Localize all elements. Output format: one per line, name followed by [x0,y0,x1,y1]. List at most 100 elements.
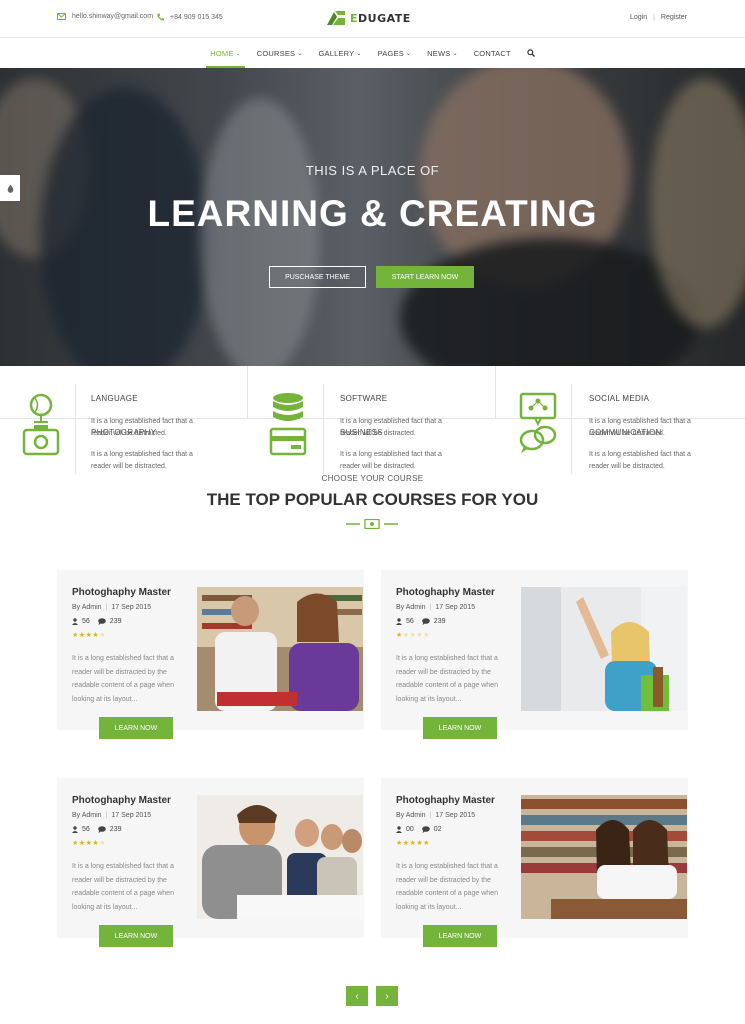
feature-language: LANGUAGE PHOTOGRAPHY It is a long establ… [0,366,247,476]
feature-software: SOFTWARE BUSINESS It is a long establish… [247,366,495,476]
star-icon: ★ [423,840,430,847]
feature-title: SOCIAL MEDIA [589,394,650,403]
course-description: It is a long established fact that a rea… [396,863,498,911]
meta-separator: | [105,604,108,611]
comment-count: 02 [433,826,442,833]
chevron-left-icon: ‹ [355,990,359,1002]
course-description: It is a long established fact that a rea… [72,655,174,703]
chevron-down-icon: ⌄ [405,50,412,57]
divider-line [323,384,324,474]
email-contact[interactable]: hello.shinway@gmail.com [57,13,153,20]
logo-mark-icon [327,11,345,25]
course-card: Photoghaphy Master By Admin | 17 Sep 2015 … [57,570,364,739]
nav-item-home[interactable]: HOME ⌄ [202,38,249,68]
feature-social-media: SOCIAL MEDIA COMMUNICATION It is a long … [495,366,745,476]
nav-item-pages[interactable]: PAGES ⌄ [370,38,420,68]
top-bar: hello.shinway@gmail.com +84 909 015 345 … [0,0,745,38]
phone-text: +84 909 015 345 [170,13,223,21]
nav-label: HOME [210,48,234,58]
logo[interactable]: EDUGATE [326,9,411,27]
meta-separator: | [105,812,108,819]
course-image[interactable] [197,587,363,711]
register-link[interactable]: Register [661,14,687,21]
chevron-down-icon: ⌄ [297,50,303,57]
start-learn-button[interactable]: START LEARN NOW [376,266,474,288]
divider-line [571,384,572,474]
course-author: By Admin [396,604,426,611]
star-icon: ★ [402,840,410,847]
course-date: 17 Sep 2015 [111,604,152,611]
star-icon: ★ [72,632,79,639]
logo-text-rest: DUGATE [358,11,411,25]
learn-now-button[interactable]: LEARN NOW [423,925,497,947]
comment-count: 239 [433,618,446,625]
course-title[interactable]: Photoghaphy Master [396,795,495,806]
course-title[interactable]: Photoghaphy Master [72,795,171,806]
user-icon [72,618,78,625]
main-nav: HOME ⌄ COURSES ⌄ GALLERY ⌄ PAGES ⌄ NEWS ⌄ CON… [0,38,745,68]
course-image[interactable] [521,795,687,919]
course-description: It is a long established fact that a rea… [396,655,498,703]
course-date: 17 Sep 2015 [435,812,476,819]
nav-label: CONTACT [473,48,511,58]
star-icon: ★ [396,840,403,847]
droplet-icon [7,184,13,193]
feature-text: It is a long established fact that a rea… [340,451,442,470]
database-card-icon [269,393,307,456]
course-meta: By Admin | 17 Sep 2015 [396,812,475,819]
student-count: 56 [82,618,90,625]
comment-count: 239 [109,618,122,625]
phone-contact[interactable]: +84 909 015 345 [157,13,223,21]
feature-text: It is a long established fact that a rea… [91,418,193,437]
learn-now-button[interactable]: LEARN NOW [423,717,497,739]
comment-icon [97,618,106,625]
nav-item-courses[interactable]: COURSES ⌄ [249,38,311,68]
nav-label: COURSES [256,48,296,58]
auth-links: Login | Register [630,14,687,21]
course-title[interactable]: Photoghaphy Master [396,587,495,598]
hero-title: LEARNING & CREATING [147,193,598,234]
comment-icon [421,826,430,833]
rating-stars: ★★★★★ [72,839,106,847]
hero-subtitle: THIS IS A PLACE OF [305,163,440,178]
star-icon: ★ [402,632,410,639]
course-image[interactable] [197,795,363,919]
nav-item-news[interactable]: NEWS ⌄ [419,38,466,68]
nav-item-gallery[interactable]: GALLERY ⌄ [311,38,370,68]
email-text: hello.shinway@gmail.com [72,13,154,20]
features-section: LANGUAGE PHOTOGRAPHY It is a long establ… [0,366,745,476]
comment-icon [421,618,430,625]
meta-separator: | [429,812,432,819]
course-image[interactable] [521,587,687,711]
prev-button[interactable]: ‹ [346,986,368,1006]
course-meta: By Admin | 17 Sep 2015 [72,604,151,611]
chevron-down-icon: ⌄ [235,50,241,57]
feature-text: It is a long established fact that a rea… [589,451,691,470]
user-icon [396,826,402,833]
course-stats: 56 239 [72,826,121,833]
divider-line [75,384,76,474]
course-meta: By Admin | 17 Sep 2015 [396,604,475,611]
purchase-theme-button[interactable]: PUSCHASE THEME [269,266,366,288]
nav-item-contact[interactable]: CONTACT [466,38,519,68]
learn-now-button[interactable]: LEARN NOW [99,717,173,739]
login-link[interactable]: Login [630,14,647,21]
star-icon: ★ [396,632,403,639]
feature-title: SOFTWARE [340,394,388,403]
course-author: By Admin [72,812,102,819]
comment-count: 239 [109,826,122,833]
course-photo [197,795,363,919]
nav-label: NEWS [427,48,451,58]
course-stats: 00 02 [396,826,442,833]
course-description: It is a long established fact that a rea… [72,863,174,911]
chevron-right-icon: › [385,990,389,1002]
learn-now-button[interactable]: LEARN NOW [99,925,173,947]
chat-share-icon [519,392,557,453]
chevron-down-icon: ⌄ [356,50,362,57]
auth-separator: | [653,14,655,21]
next-button[interactable]: › [376,986,398,1006]
course-title[interactable]: Photoghaphy Master [72,587,171,598]
hero-banner: THIS IS A PLACE OF LEARNING & CREATING P… [0,68,745,366]
search-button[interactable] [519,38,543,68]
chevron-down-icon: ⌄ [452,50,458,57]
